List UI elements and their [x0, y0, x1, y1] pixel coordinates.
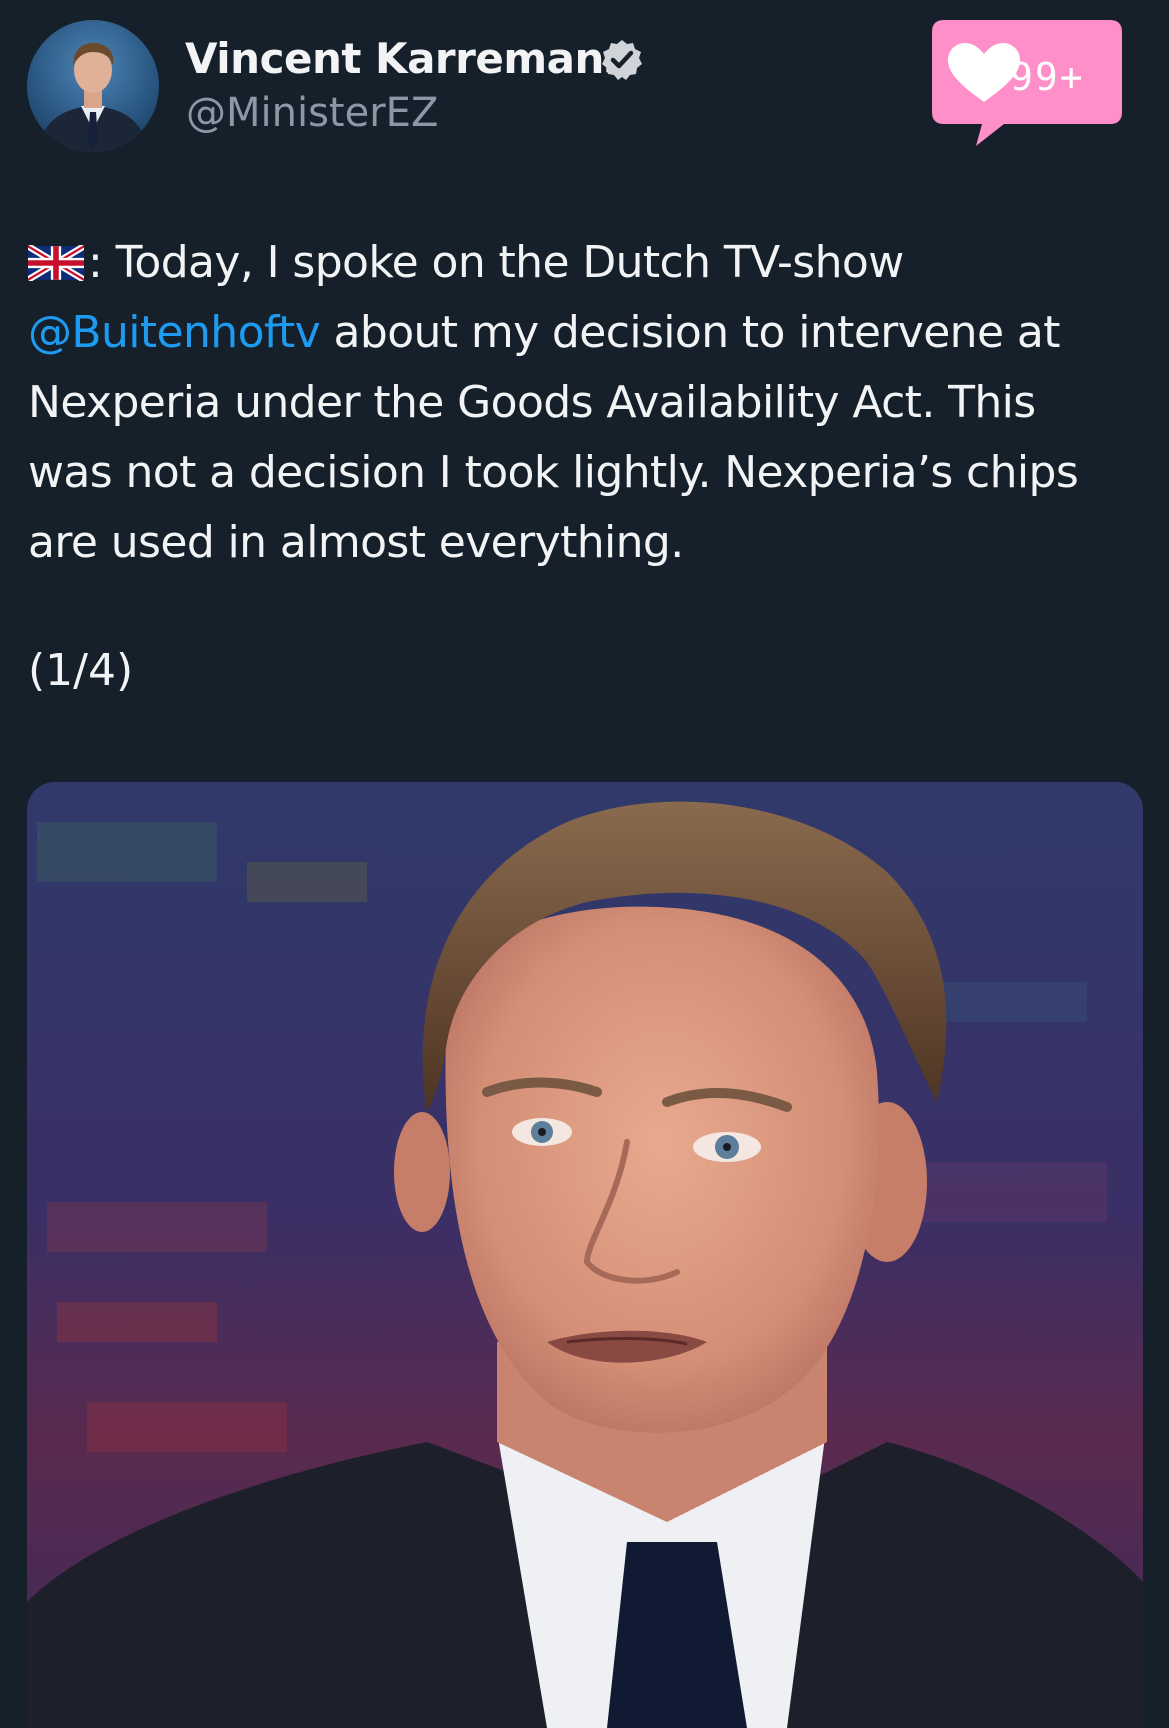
uk-flag-icon	[28, 245, 84, 281]
display-name[interactable]: Vincent Karremans	[185, 34, 629, 83]
tv-interview-photo	[27, 782, 1143, 1728]
media-photo[interactable]	[27, 782, 1143, 1728]
tweet-line-2: about my decision to intervene at	[320, 307, 1061, 358]
tweet-line: : Today, I spoke on the Dutch TV-show	[28, 228, 1158, 298]
handle[interactable]: @MinisterEZ	[186, 90, 438, 136]
tweet-line-5: are used in almost everything.	[28, 517, 684, 568]
verified-badge-icon	[602, 40, 642, 80]
profile-photo-icon	[27, 20, 159, 152]
thread-counter: (1/4)	[28, 645, 134, 696]
tweet-detail: Vincent Karremans @MinisterEZ 99+ : Toda…	[0, 0, 1169, 1728]
tweet-line: @Buitenhoftv about my decision to interv…	[28, 298, 1158, 368]
notification-count: 99+	[1010, 55, 1085, 99]
tweet-line-4: was not a decision I took lightly. Nexpe…	[28, 447, 1079, 498]
tweet-text: : Today, I spoke on the Dutch TV-show @B…	[28, 228, 1158, 578]
tweet-line-1: : Today, I spoke on the Dutch TV-show	[88, 237, 904, 288]
avatar[interactable]	[27, 20, 159, 152]
mention-link[interactable]: @Buitenhoftv	[28, 307, 321, 358]
tweet-line-3: Nexperia under the Goods Availability Ac…	[28, 377, 1036, 428]
